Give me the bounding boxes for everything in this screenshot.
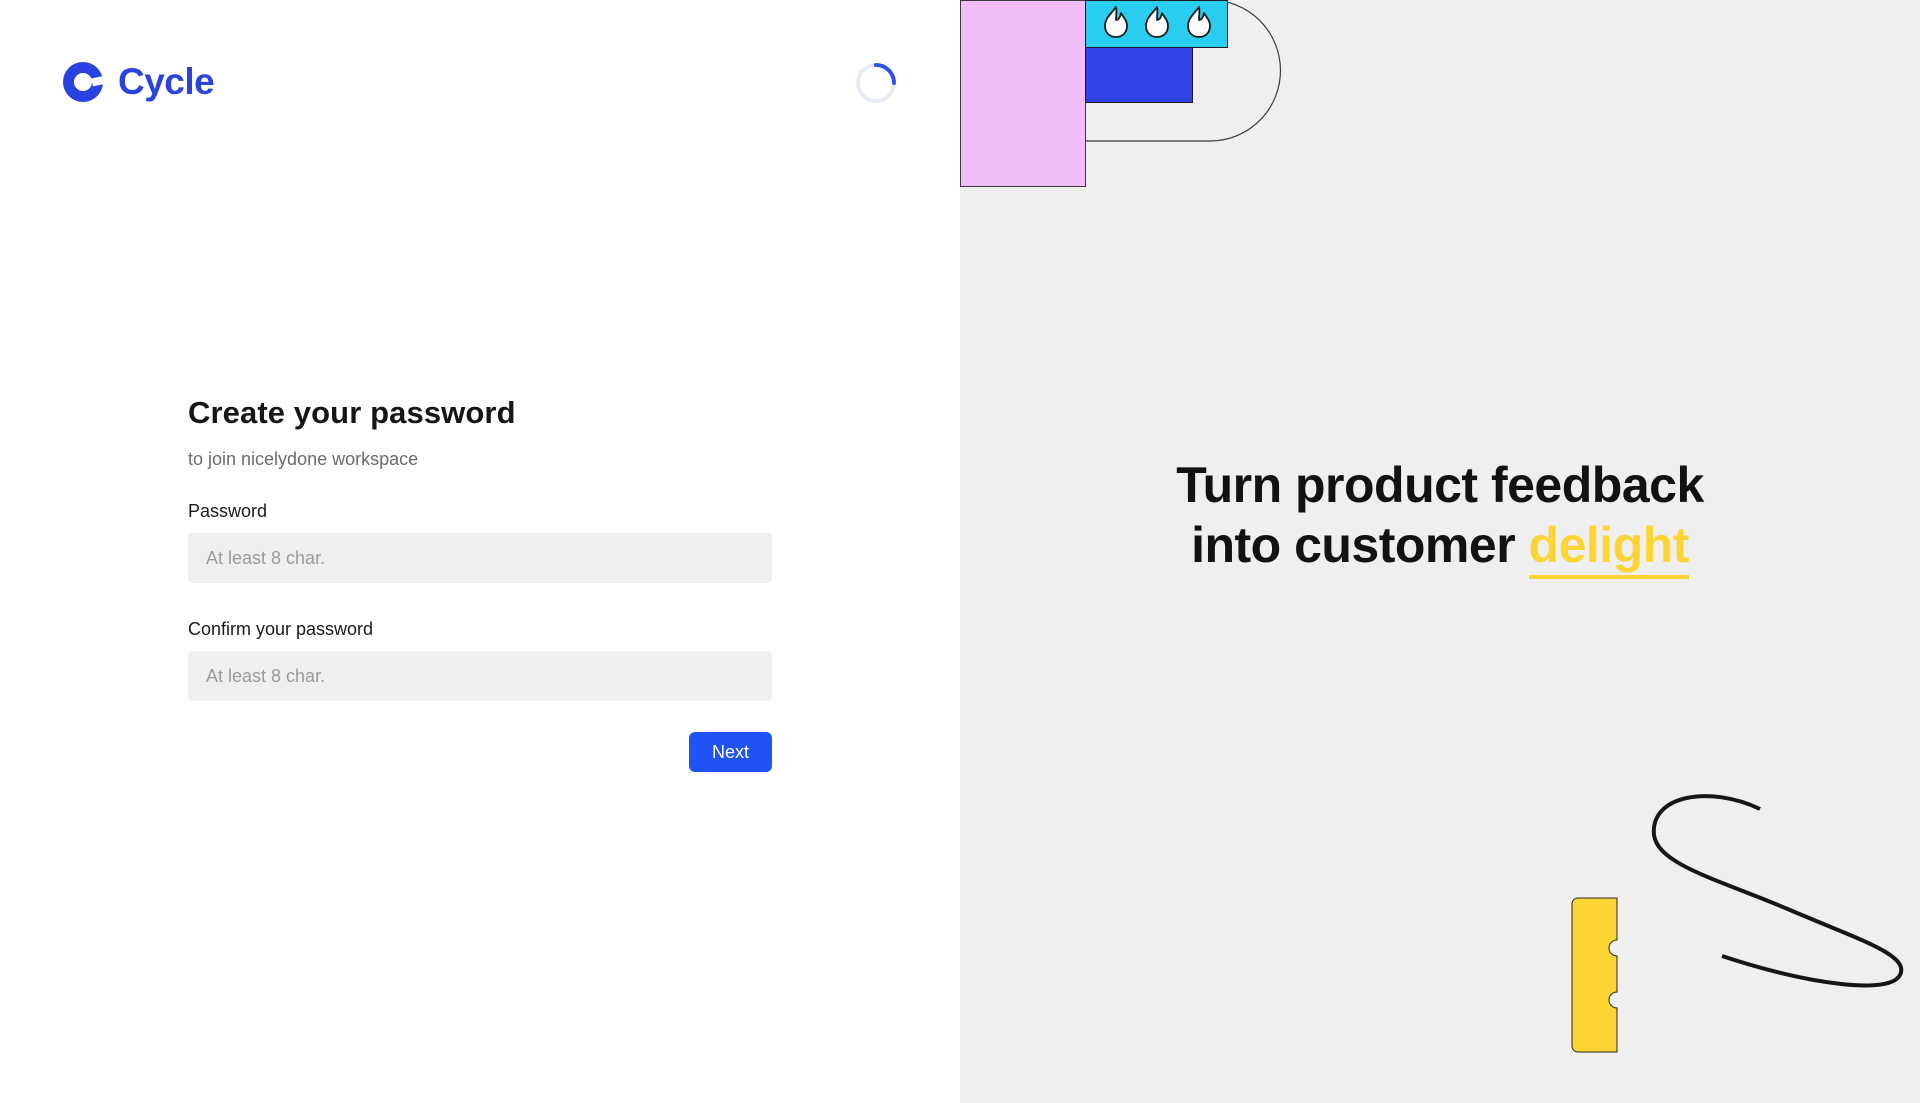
cycle-ring-icon [63,62,106,102]
bottom-decoration-illustration [1571,794,1904,1053]
tagline-line-1: Turn product feedback [1176,457,1704,513]
password-input[interactable] [188,533,772,583]
form-pane: Cycle Create your password to join nicel… [0,0,960,1103]
confirm-password-field-group: Confirm your password [188,619,772,701]
tagline-accent-word: delight [1528,517,1689,579]
brand-name: Cycle [118,61,215,102]
tagline-prefix: into customer [1191,517,1529,573]
confirm-password-label: Confirm your password [188,619,374,639]
hero-tagline: Turn product feedback into customer deli… [960,455,1920,579]
password-form: Create your password to join nicelydone … [188,395,772,772]
form-actions: Next [188,732,772,772]
password-field-group: Password [188,501,772,583]
tagline-line-2: into customer delight [960,515,1920,579]
page-title: Create your password [188,395,516,430]
confirm-password-input[interactable] [188,651,772,701]
page-subtitle: to join nicelydone workspace [188,449,419,469]
password-label: Password [188,501,268,521]
signup-page: Cycle Create your password to join nicel… [0,0,1920,1103]
brand-logo[interactable]: Cycle [62,60,215,104]
spinner-icon [856,63,896,103]
top-decoration-illustration [960,0,1282,187]
hero-pane: Turn product feedback into customer deli… [960,0,1920,1103]
next-button[interactable]: Next [689,732,772,772]
